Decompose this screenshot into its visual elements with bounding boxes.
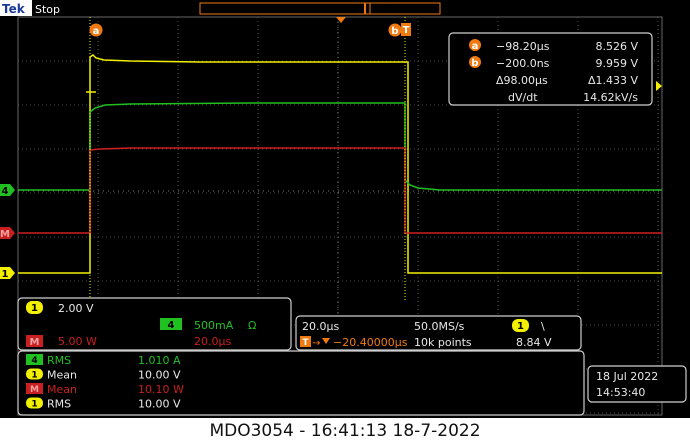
measurement-value: 10.10 W	[138, 383, 184, 396]
channel-panel[interactable]: 1 2.00 V 4 500mA Ω M 5.00 W 20.0μs	[17, 297, 292, 351]
measurement-badge-label: M	[30, 385, 39, 395]
svg-text:b: b	[471, 58, 478, 69]
svg-text:4: 4	[2, 186, 9, 197]
trigger-channel-badge: 1	[517, 321, 524, 332]
trigger-level-arrow	[656, 81, 662, 91]
sample-rate: 50.0MS/s	[414, 320, 465, 333]
measurement-name: Mean	[47, 383, 77, 396]
run-state: Stop	[35, 3, 60, 16]
measurement-value: 1.010 A	[138, 354, 181, 367]
brand-label: Tek	[2, 2, 26, 16]
record-length: 10k points	[414, 336, 472, 349]
measurement-badge-label: 1	[31, 400, 37, 410]
measurement-badge-label: 4	[31, 356, 37, 366]
cursor-b-value: 9.959 V	[595, 57, 638, 70]
measurement-value: 10.00 V	[138, 369, 181, 382]
date-label: 18 Jul 2022	[596, 370, 658, 383]
math-scale: 5.00 W	[58, 335, 97, 348]
svg-text:→: →	[312, 338, 320, 349]
ch4-badge: 4	[168, 320, 175, 331]
cursor-readout: a −98.20μs 8.526 V b −200.0ns 9.959 V Δ9…	[448, 32, 653, 106]
math-time: 20.0μs	[194, 335, 231, 348]
svg-text:1: 1	[2, 269, 9, 280]
measurement-name: RMS	[47, 398, 71, 411]
cursor-b-label: b	[391, 26, 398, 37]
dvdt-label: dV/dt	[508, 91, 538, 104]
ch4-trace	[18, 102, 662, 191]
svg-text:a: a	[472, 41, 479, 52]
trigger-badge: T	[302, 338, 309, 348]
ch1-badge: 1	[31, 303, 38, 314]
cursor-delta-time: Δ98.00μs	[496, 74, 548, 87]
oscilloscope-screen: Tek Stop a b T 4 M 1 a −98.20μs 8.526 V …	[0, 0, 690, 418]
measurement-name: RMS	[47, 354, 71, 367]
measurement-value: 10.00 V	[138, 398, 181, 411]
ch1-ground-marker[interactable]: 1	[0, 267, 15, 280]
dvdt-value: 14.62kV/s	[583, 91, 638, 104]
cursor-a-value: 8.526 V	[595, 40, 638, 53]
svg-text:T: T	[403, 25, 410, 36]
math-ground-marker[interactable]: M	[0, 227, 15, 240]
measurement-name: Mean	[47, 369, 77, 382]
ch4-ground-marker[interactable]: 4	[0, 184, 15, 197]
trigger-level: 8.84 V	[516, 336, 552, 349]
math-badge: M	[30, 337, 40, 348]
time-label: 14:53:40	[596, 386, 645, 399]
timebase-panel[interactable]: 20.0μs 50.0MS/s 1 \ T → −20.40000μs 10k …	[295, 315, 582, 351]
measurements-panel[interactable]: 4 RMS 1.010 A 1 Mean 10.00 V M Mean 10.10 W 1 RMS 1…	[17, 350, 585, 416]
datetime-box: 18 Jul 2022 14:53:40	[587, 365, 687, 403]
horizontal-scale: 20.0μs	[302, 320, 339, 333]
ch1-scale: 2.00 V	[58, 302, 94, 315]
trigger-position: −20.40000μs	[333, 336, 408, 349]
trigger-slope: \	[541, 320, 545, 333]
cursor-b-time: −200.0ns	[496, 57, 550, 70]
ch4-unit: Ω	[248, 319, 256, 332]
cursor-delta-value: Δ1.433 V	[588, 74, 639, 87]
ch4-scale: 500mA	[194, 319, 234, 332]
svg-text:M: M	[0, 229, 10, 240]
cursor-a-label: a	[93, 26, 100, 37]
cursor-a-time: −98.20μs	[496, 40, 550, 53]
measurement-badge-label: 1	[31, 371, 37, 381]
caption: MDO3054 - 16:41:13 18-7-2022	[209, 421, 481, 441]
